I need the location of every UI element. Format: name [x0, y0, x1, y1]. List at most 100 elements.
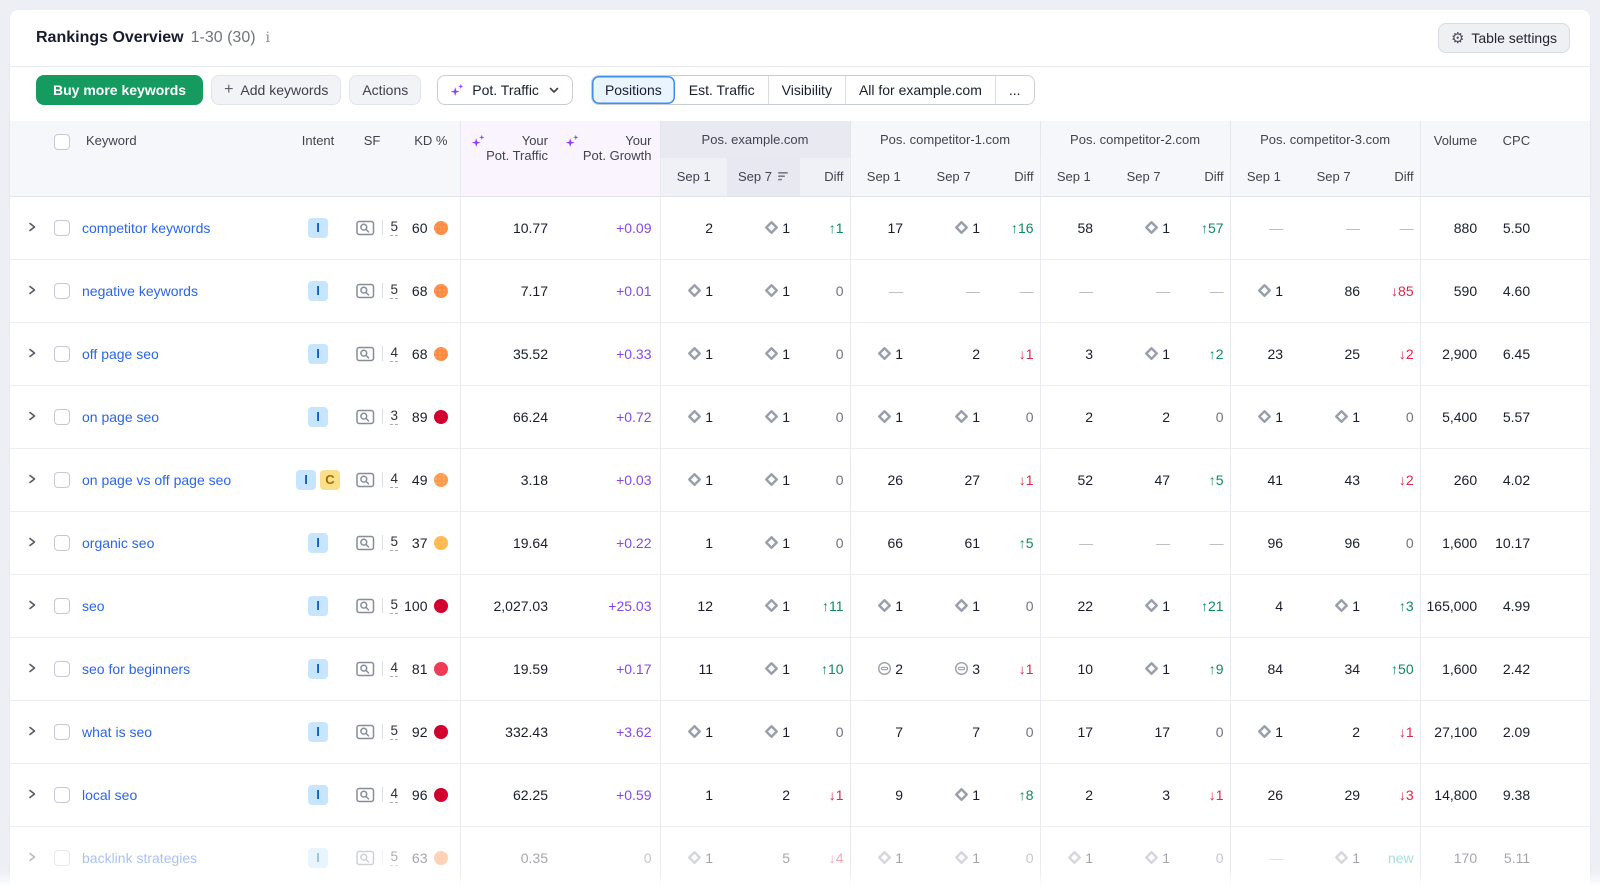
row-checkbox[interactable] [54, 283, 70, 299]
sub-header-sep7[interactable]: Sep 7 [917, 158, 990, 196]
col-header-sf[interactable]: SF [344, 121, 400, 196]
sf-count-link[interactable]: 4 [390, 471, 398, 488]
tab-all-for-example-com[interactable]: All for example.com [845, 76, 995, 104]
row-checkbox[interactable] [54, 598, 70, 614]
intent-badge-commercial[interactable]: C [320, 470, 340, 490]
keyword-link[interactable]: competitor keywords [82, 220, 210, 236]
serp-preview-button[interactable] [356, 346, 375, 362]
intent-badge-informational[interactable]: I [308, 344, 328, 364]
expand-row-chevron-icon[interactable] [26, 473, 38, 485]
sub-header-sep7[interactable]: Sep 7 [1107, 158, 1180, 196]
intent-badge-informational[interactable]: I [308, 722, 328, 742]
serp-preview-button[interactable] [356, 220, 375, 236]
sub-header-sep1[interactable]: Sep 1 [850, 158, 917, 196]
serp-preview-button[interactable] [356, 598, 375, 614]
select-all-checkbox[interactable] [54, 134, 70, 150]
sf-count-link[interactable]: 5 [390, 219, 398, 236]
metric-dropdown[interactable]: Pot. Traffic [437, 75, 573, 105]
row-checkbox[interactable] [54, 535, 70, 551]
expand-row-chevron-icon[interactable] [26, 284, 38, 296]
expand-row-chevron-icon[interactable] [26, 221, 38, 233]
keyword-link[interactable]: on page seo [82, 409, 159, 425]
col-header-pot-traffic[interactable]: YourPot. Traffic [460, 121, 555, 196]
keyword-link[interactable]: off page seo [82, 346, 159, 362]
row-checkbox[interactable] [54, 409, 70, 425]
intent-badge-informational[interactable]: I [308, 596, 328, 616]
serp-preview-button[interactable] [356, 850, 375, 866]
info-icon[interactable]: i [266, 30, 270, 46]
sub-header-sep1[interactable]: Sep 1 [1230, 158, 1297, 196]
sf-count-link[interactable]: 4 [390, 660, 398, 677]
expand-cell [10, 196, 54, 259]
buy-more-keywords-button[interactable]: Buy more keywords [36, 75, 203, 105]
sf-count-link[interactable]: 5 [390, 282, 398, 299]
col-header-intent[interactable]: Intent [292, 121, 344, 196]
tab-positions[interactable]: Positions [592, 76, 675, 104]
serp-preview-button[interactable] [356, 472, 375, 488]
sf-count-link[interactable]: 5 [390, 597, 398, 614]
sf-count-link[interactable]: 5 [390, 534, 398, 551]
intent-badge-informational[interactable]: I [296, 470, 316, 490]
sf-count-link[interactable]: 5 [390, 723, 398, 740]
row-checkbox[interactable] [54, 724, 70, 740]
row-checkbox[interactable] [54, 472, 70, 488]
sf-count-link[interactable]: 3 [390, 408, 398, 425]
add-keywords-button[interactable]: + Add keywords [211, 75, 341, 105]
intent-badge-informational[interactable]: I [308, 281, 328, 301]
row-checkbox[interactable] [54, 346, 70, 362]
tab-visibility[interactable]: Visibility [768, 76, 845, 104]
serp-preview-button[interactable] [356, 283, 375, 299]
sub-header-diff[interactable]: Diff [800, 158, 850, 196]
tab-est-traffic[interactable]: Est. Traffic [675, 76, 768, 104]
sub-header-diff[interactable]: Diff [1370, 158, 1420, 196]
col-header-volume[interactable]: Volume [1420, 121, 1477, 196]
intent-badge-informational[interactable]: I [308, 785, 328, 805]
table-settings-button[interactable]: ⚙ Table settings [1438, 23, 1570, 53]
sub-header-sep7-sorted[interactable]: Sep 7 [727, 158, 800, 196]
expand-row-chevron-icon[interactable] [26, 599, 38, 611]
sub-header-diff[interactable]: Diff [990, 158, 1040, 196]
row-checkbox[interactable] [54, 787, 70, 803]
expand-row-chevron-icon[interactable] [26, 347, 38, 359]
keyword-link[interactable]: seo for beginners [82, 661, 190, 677]
keyword-link[interactable]: organic seo [82, 535, 154, 551]
keyword-link[interactable]: on page vs off page seo [82, 472, 231, 488]
sub-header-sep7[interactable]: Sep 7 [1297, 158, 1370, 196]
sub-header-sep1[interactable]: Sep 1 [1040, 158, 1107, 196]
expand-row-chevron-icon[interactable] [26, 662, 38, 674]
intent-badge-informational[interactable]: I [308, 659, 328, 679]
actions-button[interactable]: Actions [349, 75, 421, 105]
keyword-link[interactable]: local seo [82, 787, 137, 803]
keyword-link[interactable]: what is seo [82, 724, 152, 740]
expand-row-chevron-icon[interactable] [26, 725, 38, 737]
keyword-link[interactable]: seo [82, 598, 105, 614]
keyword-link[interactable]: backlink strategies [82, 850, 197, 866]
sub-header-diff[interactable]: Diff [1180, 158, 1230, 196]
col-header-cpc[interactable]: CPC [1477, 121, 1530, 196]
expand-row-chevron-icon[interactable] [26, 851, 38, 863]
sub-header-sep1[interactable]: Sep 1 [660, 158, 727, 196]
serp-preview-button[interactable] [356, 535, 375, 551]
keyword-link[interactable]: negative keywords [82, 283, 198, 299]
row-checkbox[interactable] [54, 850, 70, 866]
intent-badge-informational[interactable]: I [308, 533, 328, 553]
intent-badge-informational[interactable]: I [308, 848, 328, 868]
intent-badge-informational[interactable]: I [308, 407, 328, 427]
col-header-pot-growth[interactable]: YourPot. Growth [555, 121, 660, 196]
serp-preview-button[interactable] [356, 409, 375, 425]
serp-preview-button[interactable] [356, 661, 375, 677]
expand-row-chevron-icon[interactable] [26, 788, 38, 800]
row-checkbox[interactable] [54, 661, 70, 677]
sf-count-link[interactable]: 4 [390, 345, 398, 362]
sf-count-link[interactable]: 4 [390, 786, 398, 803]
col-header-kd[interactable]: KD % [400, 121, 460, 196]
expand-row-chevron-icon[interactable] [26, 536, 38, 548]
serp-preview-button[interactable] [356, 724, 375, 740]
expand-row-chevron-icon[interactable] [26, 410, 38, 422]
serp-preview-button[interactable] [356, 787, 375, 803]
sf-count-link[interactable]: 5 [390, 849, 398, 866]
row-checkbox[interactable] [54, 220, 70, 236]
tab-more[interactable]: ... [995, 76, 1034, 104]
col-header-keyword[interactable]: Keyword [82, 121, 292, 196]
intent-badge-informational[interactable]: I [308, 218, 328, 238]
